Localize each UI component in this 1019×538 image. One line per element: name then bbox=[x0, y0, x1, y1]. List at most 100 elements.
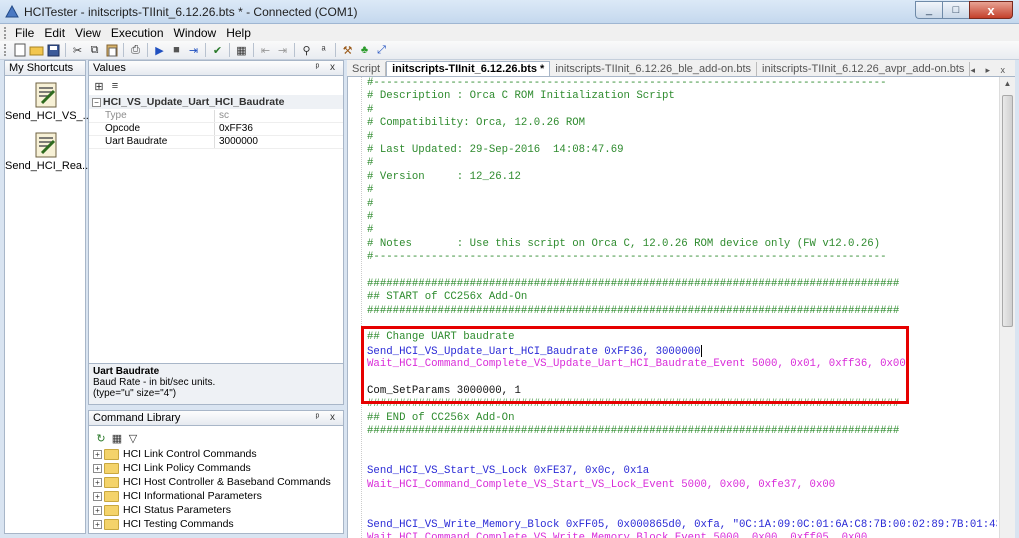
expand-icon[interactable]: + bbox=[93, 477, 102, 487]
indent-icon[interactable]: ⇤ bbox=[257, 42, 274, 58]
tab-avpr-add-on[interactable]: initscripts-TIInit_6.12.26_avpr_add-on.b… bbox=[757, 62, 971, 76]
command-category[interactable]: + HCI Informational Parameters bbox=[93, 489, 262, 503]
collapse-toggle[interactable]: − bbox=[92, 97, 101, 107]
values-panel-controls[interactable]: ᵖ x bbox=[315, 62, 339, 73]
tools-icon[interactable]: ⚒ bbox=[339, 42, 356, 58]
code-line-text: # Notes : Use this script on Orca C, 12.… bbox=[367, 237, 881, 250]
property-row[interactable]: Opcode 0xFF36 bbox=[89, 123, 343, 136]
tab-navigation[interactable]: ◂ ▸ x bbox=[970, 65, 1015, 76]
pin-icon[interactable]: ᵖ bbox=[315, 412, 323, 423]
property-group[interactable]: − HCI_VS_Update_Uart_HCI_Baudrate bbox=[89, 95, 343, 109]
fullscreen-icon[interactable]: ⤢ bbox=[373, 42, 390, 58]
tab-ble-add-on[interactable]: initscripts-TIInit_6.12.26_ble_add-on.bt… bbox=[550, 62, 758, 76]
open-folder-icon[interactable] bbox=[28, 42, 45, 58]
property-row[interactable]: Type sc bbox=[89, 110, 343, 123]
cut-icon[interactable]: ✂ bbox=[69, 42, 86, 58]
step-icon[interactable]: ⇥ bbox=[185, 42, 202, 58]
maximize-button[interactable]: □ bbox=[942, 1, 969, 19]
expand-icon[interactable]: + bbox=[93, 519, 102, 529]
refresh-icon[interactable]: ↻ bbox=[95, 430, 107, 446]
filter-icon[interactable]: ▽ bbox=[127, 430, 139, 446]
property-value[interactable]: 3000000 bbox=[215, 136, 258, 148]
run-icon[interactable]: ▶ bbox=[151, 42, 168, 58]
code-line[interactable]: # bbox=[367, 131, 997, 144]
tab-script[interactable]: Script bbox=[347, 62, 387, 76]
property-row[interactable]: Uart Baudrate 3000000 bbox=[89, 136, 343, 149]
filter-icon[interactable]: ⚲ bbox=[298, 42, 315, 58]
code-line[interactable]: # bbox=[367, 198, 997, 211]
command-library-controls[interactable]: ᵖ x bbox=[315, 412, 339, 423]
menu-view[interactable]: View bbox=[71, 26, 107, 40]
copy-icon[interactable]: ⧉ bbox=[86, 42, 103, 58]
code-line[interactable] bbox=[367, 264, 997, 277]
code-line[interactable]: Wait_HCI_Command_Complete_VS_Write_Memor… bbox=[367, 532, 997, 538]
property-value[interactable]: 0xFF36 bbox=[215, 123, 253, 135]
scroll-up-icon[interactable]: ▲ bbox=[1000, 79, 1015, 94]
code-line[interactable]: ########################################… bbox=[367, 425, 997, 438]
menu-execution[interactable]: Execution bbox=[107, 26, 170, 40]
close-icon[interactable]: x bbox=[330, 412, 339, 423]
code-line[interactable] bbox=[367, 439, 997, 452]
minimize-button[interactable]: _ bbox=[915, 1, 942, 19]
code-line[interactable]: ## START of CC256x Add-On bbox=[367, 291, 997, 304]
code-line-text: ########################################… bbox=[367, 304, 900, 317]
print-icon[interactable]: ⎙ bbox=[127, 42, 144, 58]
shortcut-item[interactable]: Send_HCI_VS_... bbox=[5, 81, 92, 122]
code-line[interactable]: # bbox=[367, 104, 997, 117]
code-line[interactable]: # Version : 12_26.12 bbox=[367, 171, 997, 184]
save-icon[interactable] bbox=[45, 42, 62, 58]
menu-edit[interactable]: Edit bbox=[40, 26, 71, 40]
pin-icon[interactable]: ᵖ bbox=[315, 62, 323, 73]
code-area[interactable]: #---------------------------------------… bbox=[367, 77, 997, 538]
tab-main-script[interactable]: initscripts-TIInit_6.12.26.bts * bbox=[386, 61, 551, 76]
new-file-icon[interactable] bbox=[11, 42, 28, 58]
expand-all-icon[interactable]: ⊞ bbox=[93, 78, 105, 94]
code-line[interactable]: Wait_HCI_Command_Complete_VS_Start_VS_Lo… bbox=[367, 479, 997, 492]
check-icon[interactable]: ✔ bbox=[209, 42, 226, 58]
code-line[interactable]: # Last Updated: 29-Sep-2016 14:08:47.69 bbox=[367, 144, 997, 157]
code-line[interactable] bbox=[367, 492, 997, 505]
grid-icon[interactable]: ▦ bbox=[111, 430, 123, 446]
code-line[interactable]: # Notes : Use this script on Orca C, 12.… bbox=[367, 238, 997, 251]
code-line[interactable]: ########################################… bbox=[367, 278, 997, 291]
menu-window[interactable]: Window bbox=[170, 26, 223, 40]
code-line[interactable]: # bbox=[367, 184, 997, 197]
code-line[interactable]: #---------------------------------------… bbox=[367, 77, 997, 90]
menu-file[interactable]: File bbox=[11, 26, 40, 40]
format-icon[interactable]: ᵃ bbox=[315, 42, 332, 58]
expand-icon[interactable]: + bbox=[93, 505, 102, 515]
editor-scrollbar[interactable]: ▲ bbox=[999, 77, 1015, 538]
command-category[interactable]: + HCI Link Control Commands bbox=[93, 447, 257, 461]
code-line[interactable] bbox=[367, 452, 997, 465]
color-icon[interactable]: ♣ bbox=[356, 42, 373, 58]
outdent-icon[interactable]: ⇥ bbox=[274, 42, 291, 58]
expand-icon[interactable]: + bbox=[93, 449, 102, 459]
menu-help[interactable]: Help bbox=[222, 26, 257, 40]
code-line[interactable]: ########################################… bbox=[367, 305, 997, 318]
command-category[interactable]: + HCI Host Controller & Baseband Command… bbox=[93, 475, 331, 489]
code-line[interactable]: # bbox=[367, 211, 997, 224]
paste-icon[interactable] bbox=[103, 42, 120, 58]
code-line[interactable]: Send_HCI_VS_Start_VS_Lock 0xFE37, 0x0c, … bbox=[367, 465, 997, 478]
sort-icon[interactable]: ≡ bbox=[109, 78, 121, 94]
stop-icon[interactable]: ■ bbox=[168, 42, 185, 58]
code-line[interactable]: # bbox=[367, 224, 997, 237]
code-line[interactable]: # Description : Orca C ROM Initializatio… bbox=[367, 90, 997, 103]
code-line[interactable] bbox=[367, 506, 997, 519]
code-line[interactable]: ## END of CC256x Add-On bbox=[367, 412, 997, 425]
command-category[interactable]: + HCI Link Policy Commands bbox=[93, 461, 251, 475]
code-line[interactable]: #---------------------------------------… bbox=[367, 251, 997, 264]
close-icon[interactable]: x bbox=[330, 62, 339, 73]
code-line[interactable]: # bbox=[367, 157, 997, 170]
table-icon[interactable]: ▦ bbox=[233, 42, 250, 58]
close-button[interactable]: x bbox=[969, 1, 1013, 19]
shortcut-item[interactable]: Send_HCI_Rea... bbox=[5, 131, 91, 172]
expand-icon[interactable]: + bbox=[93, 463, 102, 473]
code-line[interactable]: Send_HCI_VS_Write_Memory_Block 0xFF05, 0… bbox=[367, 519, 997, 532]
code-line[interactable]: # Compatibility: Orca, 12.0.26 ROM bbox=[367, 117, 997, 130]
command-category[interactable]: + HCI Status Parameters bbox=[93, 503, 231, 517]
command-category[interactable]: + HCI Testing Commands bbox=[93, 517, 234, 531]
scrollbar-thumb[interactable] bbox=[1002, 95, 1013, 327]
expand-icon[interactable]: + bbox=[93, 491, 102, 501]
script-editor[interactable]: #---------------------------------------… bbox=[347, 77, 999, 538]
